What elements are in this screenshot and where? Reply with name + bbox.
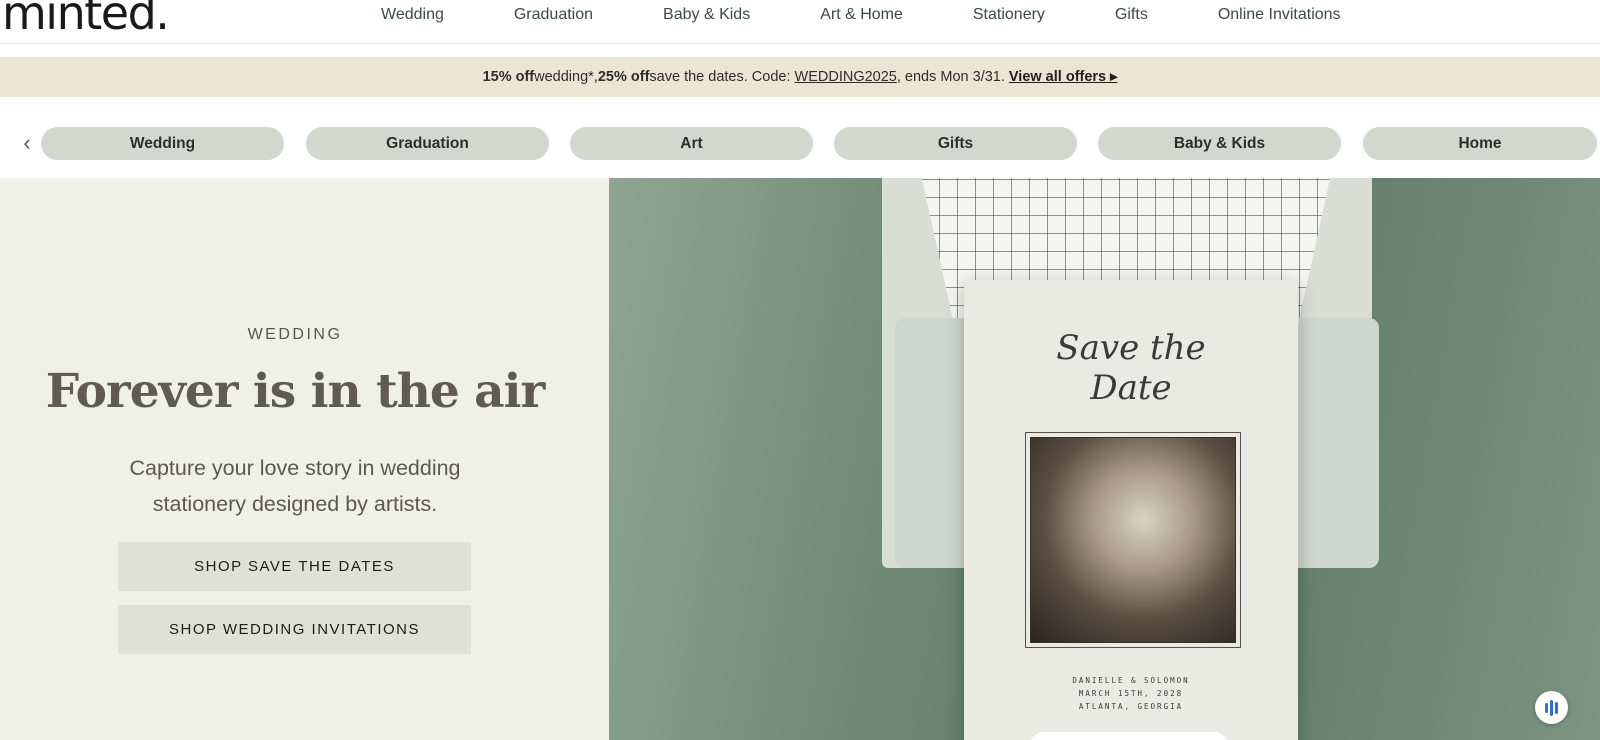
pill-wedding[interactable]: Wedding (41, 127, 284, 160)
card-photo-frame (1025, 432, 1241, 648)
promo-text-2: save the dates. Code: (649, 69, 791, 85)
card-date: MARCH 15TH, 2028 (1078, 689, 1184, 698)
chevron-left-icon[interactable]: ‹ (18, 129, 36, 157)
hero-text-panel: WEDDING Forever is in the air Capture yo… (0, 178, 609, 740)
pill-baby-kids[interactable]: Baby & Kids (1098, 127, 1341, 160)
card-script-line-2: Date (1090, 368, 1172, 408)
category-pills: ‹ Wedding Graduation Art Gifts Baby & Ki… (0, 127, 1600, 161)
hero-image[interactable]: Save the Date DANIELLE & SOLOMON MARCH 1… (609, 178, 1600, 740)
assistant-bar (1550, 699, 1553, 716)
main-nav: Wedding Graduation Baby & Kids Art & Hom… (381, 6, 1341, 24)
hero-headline: Forever is in the air (45, 364, 545, 419)
card-script-line-1: Save the (1056, 328, 1206, 368)
promo-banner: 15% off wedding*, 25% off save the dates… (0, 57, 1600, 97)
nav-wedding[interactable]: Wedding (381, 6, 444, 24)
nav-graduation[interactable]: Graduation (514, 6, 593, 24)
card-names: DANIELLE & SOLOMON (1072, 676, 1190, 685)
save-the-date-card: Save the Date DANIELLE & SOLOMON MARCH 1… (964, 280, 1298, 740)
card-place: ATLANTA, GEORGIA (1078, 702, 1184, 711)
nav-stationery[interactable]: Stationery (973, 6, 1045, 24)
shop-save-the-dates-button[interactable]: SHOP SAVE THE DATES (118, 542, 471, 591)
minted-logo[interactable]: minted. (2, 0, 170, 40)
card-script-title: Save the Date (964, 328, 1298, 408)
nav-online-invitations[interactable]: Online Invitations (1218, 6, 1341, 24)
shop-wedding-invitations-button[interactable]: SHOP WEDDING INVITATIONS (118, 605, 471, 654)
pill-home[interactable]: Home (1363, 127, 1597, 160)
pill-gifts[interactable]: Gifts (834, 127, 1077, 160)
promo-text-3: , ends Mon 3/31. (896, 69, 1005, 85)
pill-art[interactable]: Art (570, 127, 813, 160)
pill-graduation[interactable]: Graduation (306, 127, 549, 160)
envelope-flap-right (1299, 318, 1379, 568)
promo-discount-2: 25% off (597, 69, 650, 85)
card-details: DANIELLE & SOLOMON MARCH 15TH, 2028 ATLA… (964, 674, 1298, 713)
hero-eyebrow: WEDDING (247, 326, 343, 343)
couple-photo (1030, 437, 1236, 643)
nav-art-home[interactable]: Art & Home (820, 6, 903, 24)
image-overlay-button[interactable] (1029, 732, 1229, 740)
voice-assistant-icon[interactable] (1535, 691, 1568, 724)
site-header: minted. Wedding Graduation Baby & Kids A… (0, 0, 1600, 44)
assistant-bar (1555, 701, 1558, 714)
assistant-bar (1545, 702, 1548, 713)
hero-subhead: Capture your love story in wedding stati… (129, 456, 461, 516)
promo-code: WEDDING2025 (794, 69, 897, 85)
nav-gifts[interactable]: Gifts (1115, 6, 1148, 24)
promo-discount-1: 15% off (482, 69, 535, 85)
promo-text-1: wedding*, (534, 69, 598, 85)
nav-baby-kids[interactable]: Baby & Kids (663, 6, 750, 24)
view-all-offers-link[interactable]: View all offers ▸ (1009, 69, 1118, 85)
